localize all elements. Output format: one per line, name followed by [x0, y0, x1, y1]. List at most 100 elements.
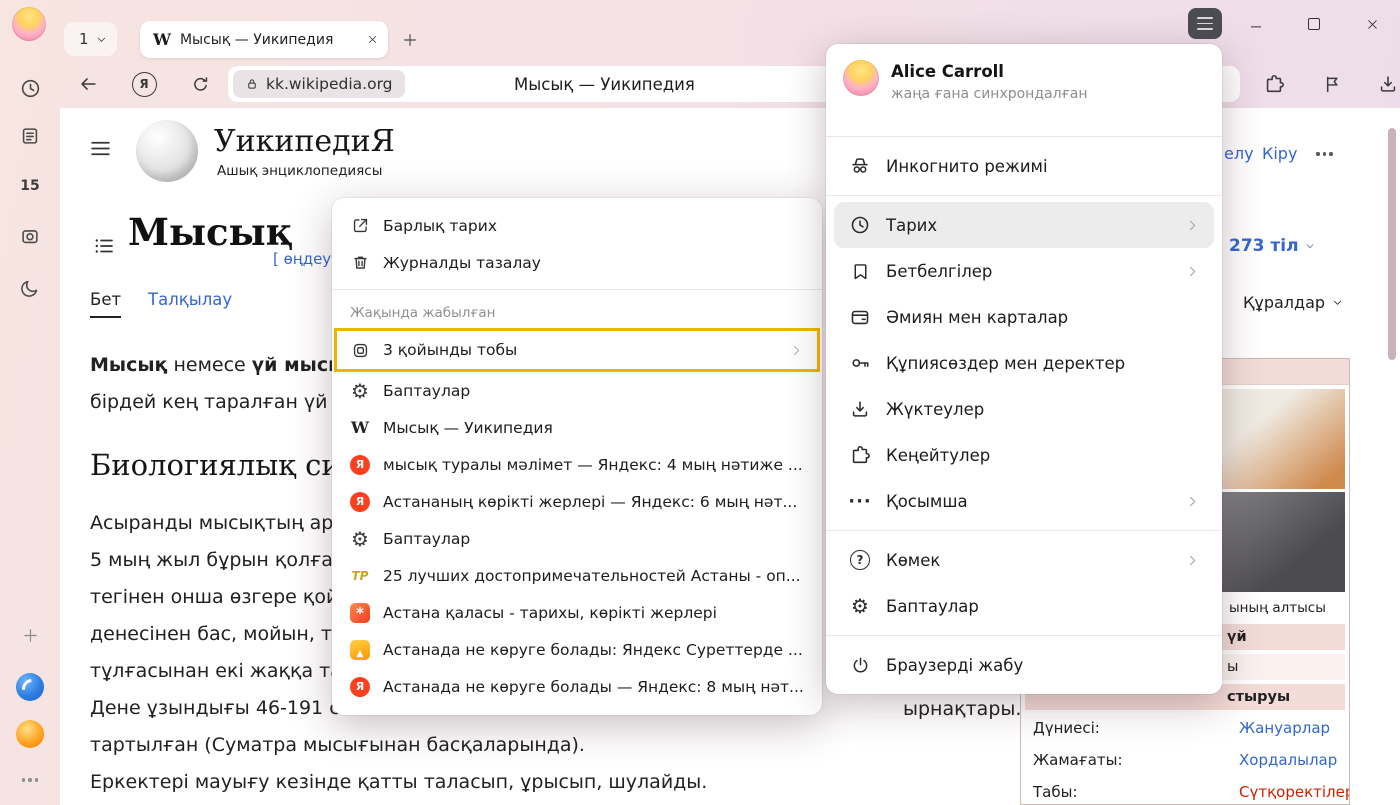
history-sidebar-button[interactable] [16, 74, 44, 102]
tab-close-button[interactable] [367, 34, 378, 45]
menu-item-label: Көмек [886, 551, 940, 570]
downloads-toolbar-button[interactable] [1372, 68, 1400, 100]
download-icon [848, 397, 872, 421]
download-icon [1377, 73, 1399, 95]
browser-logo-button[interactable] [16, 673, 44, 701]
edit-link[interactable]: [ өңдеу [273, 250, 331, 268]
puzzle-icon [1263, 73, 1285, 95]
wiki-signup-link[interactable]: елу [1224, 144, 1254, 163]
screenshot-sidebar-button[interactable] [16, 222, 44, 250]
menu-item-extensions[interactable]: Кеңейтулер [834, 432, 1214, 478]
browser-window: 1 W Мысық — Уикипедия Я [0, 0, 1400, 805]
menu-item-bookmarks[interactable]: Бетбелгілер [834, 248, 1214, 294]
tools-button[interactable]: Құралдар [1243, 293, 1343, 312]
wiki-tab-talk[interactable]: Талқылау [148, 290, 232, 309]
gear-icon: ⚙ [350, 381, 370, 401]
profile-section[interactable]: Alice Carroll жаңа ғана синхрондалған [826, 44, 1222, 130]
wikipedia-globe-logo[interactable] [136, 120, 198, 182]
history-entry[interactable]: W Мысық — Уикипедия [332, 409, 822, 446]
profile-name: Alice Carroll [891, 62, 1088, 81]
sync-status: жаңа ғана синхрондалған [891, 86, 1088, 102]
add-sidebar-button[interactable] [16, 621, 44, 649]
menu-item-downloads[interactable]: Жүктеулер [834, 386, 1214, 432]
clear-history-item[interactable]: Журналды тазалау [332, 244, 822, 281]
taxonomy-value-link[interactable]: Жануарлар [1239, 719, 1330, 737]
profile-avatar[interactable] [12, 7, 46, 41]
divider [826, 635, 1222, 636]
wiki-tab-page[interactable]: Бет [90, 290, 121, 318]
history-entry[interactable]: ⚙ Баптаулар [332, 520, 822, 557]
domain-chip[interactable]: kk.wikipedia.org [233, 70, 405, 98]
dark-mode-sidebar-button[interactable] [16, 274, 44, 302]
reload-button[interactable] [184, 68, 216, 100]
article-text-fragment: ырнақтары. [903, 698, 1021, 720]
article-paragraph: Дене ұзындығы 46-191 см [90, 697, 354, 719]
history-entry[interactable]: Я Астанада не көруге болады — Яндекс: 8 … [332, 668, 822, 705]
yandex-button[interactable]: Я [128, 68, 160, 100]
taxonomy-value-link[interactable]: Хордалылар [1239, 751, 1337, 769]
article-paragraph: тартылған (Суматра мысығынан басқаларынд… [90, 734, 585, 756]
new-tab-button[interactable] [396, 26, 424, 54]
menu-item-incognito[interactable]: Инкогнито режимі [834, 143, 1214, 189]
badge-sidebar-button[interactable]: 15 [16, 172, 44, 200]
extensions-button[interactable] [1258, 68, 1290, 100]
window-menu-button[interactable] [1188, 8, 1222, 39]
divider [826, 136, 1222, 137]
back-button[interactable] [72, 68, 104, 100]
menu-item-history[interactable]: Тарих [834, 202, 1214, 248]
menu-item-passwords[interactable]: Құпиясөздер мен деректер [834, 340, 1214, 386]
menu-item-label: Астана қаласы - тарихы, көрікті жерлері [383, 604, 717, 622]
tab-group-chip[interactable]: 1 [64, 22, 117, 56]
menu-item-label: Барлық тарих [383, 217, 497, 235]
window-close-button[interactable] [1354, 10, 1390, 38]
gear-icon: ⚙ [350, 529, 370, 549]
taxonomy-value-link[interactable]: Сүтқоректілер [1239, 783, 1350, 801]
menu-item-more[interactable]: ··· Қосымша [834, 478, 1214, 524]
chevron-right-icon [1185, 494, 1200, 509]
tab-group-icon [350, 340, 370, 360]
history-entry[interactable]: * Астана қаласы - тарихы, көрікті жерлер… [332, 594, 822, 631]
history-entry[interactable]: ТР 25 лучших достопримечательностей Аста… [332, 557, 822, 594]
gear-icon: ⚙ [848, 594, 872, 618]
all-history-item[interactable]: Барлық тарих [332, 207, 822, 244]
wiki-menu-button[interactable] [88, 136, 113, 161]
tab-group-count: 1 [79, 30, 89, 48]
tab-group-item[interactable]: 3 қойынды тобы [332, 328, 822, 372]
wiki-site-title[interactable]: УикипедиЯ [214, 124, 395, 159]
browser-tab[interactable]: W Мысық — Уикипедия [140, 21, 388, 58]
article-paragraph: тегінен онша өзгере қойма [90, 586, 364, 608]
clock-icon [19, 77, 42, 100]
chevron-right-icon [789, 343, 804, 358]
minimize-button[interactable] [1238, 10, 1274, 38]
orange-app-button[interactable] [16, 720, 44, 748]
contents-list-button[interactable] [92, 234, 116, 258]
menu-item-label: Баптаулар [886, 597, 979, 616]
settings-history-item[interactable]: ⚙ Баптаулар [332, 372, 822, 409]
maximize-button[interactable] [1296, 10, 1332, 38]
wikipedia-favicon: W [350, 418, 370, 438]
menu-item-wallet[interactable]: Әмиян мен карталар [834, 294, 1214, 340]
menu-item-label: Журналды тазалау [383, 254, 541, 272]
flag-icon [1322, 74, 1343, 95]
wiki-more-button[interactable] [1316, 152, 1333, 156]
sidebar: 15 [0, 60, 60, 805]
menu-item-help[interactable]: ? Көмек [834, 537, 1214, 583]
history-entry[interactable]: Я мысық туралы мәлімет — Яндекс: 4 мың н… [332, 446, 822, 483]
history-entry[interactable]: Я Астананың көрікті жерлері — Яндекс: 6 … [332, 483, 822, 520]
divider [332, 289, 822, 290]
sidebar-more-button[interactable] [16, 766, 44, 794]
yandex-icon: Я [132, 72, 157, 97]
help-icon: ? [848, 548, 872, 572]
menu-item-settings[interactable]: ⚙ Баптаулар [834, 583, 1214, 629]
lock-icon [245, 77, 259, 91]
notes-sidebar-button[interactable] [16, 122, 44, 150]
menu-item-label: Баптаулар [383, 382, 470, 400]
history-entry[interactable]: ▲ Астанада не көруге болады: Яндекс Суре… [332, 631, 822, 668]
flag-button[interactable] [1316, 68, 1348, 100]
chevron-right-icon [1185, 218, 1200, 233]
wiki-login-link[interactable]: Кіру [1262, 144, 1297, 163]
reload-icon [190, 74, 211, 95]
menu-item-label: Тарих [886, 216, 937, 235]
scrollbar[interactable] [1388, 128, 1396, 360]
menu-item-close-browser[interactable]: Браузерді жабу [834, 642, 1214, 688]
